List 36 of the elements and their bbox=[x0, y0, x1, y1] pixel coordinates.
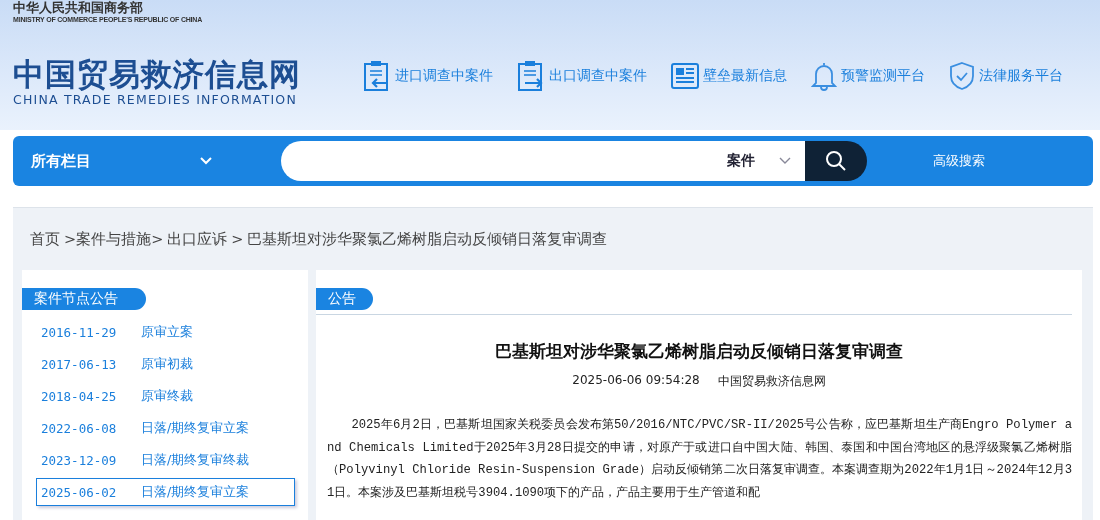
search-icon bbox=[825, 150, 847, 172]
case-node-item[interactable]: 2023-12-09 日落/期终复审终裁 bbox=[36, 446, 295, 474]
breadcrumb-item[interactable]: 出口应诉 bbox=[167, 229, 228, 249]
breadcrumb-item[interactable]: 首页 bbox=[30, 229, 60, 249]
scope-dropdown[interactable]: 案件 bbox=[727, 152, 805, 170]
article-source: 中国贸易救济信息网 bbox=[717, 373, 826, 390]
case-node-item[interactable]: 2017-06-13 原审初裁 bbox=[36, 350, 295, 378]
chevron-down-icon bbox=[199, 156, 213, 166]
case-node-item[interactable]: 2022-06-08 日落/期终复审立案 bbox=[36, 414, 295, 442]
panel-title: 公告 bbox=[316, 288, 373, 310]
case-node-item[interactable]: 2025-06-02 日落/期终复审立案 bbox=[36, 478, 295, 506]
header-link[interactable]: 出口调查中案件 bbox=[517, 60, 655, 92]
search-field[interactable]: 案件 bbox=[281, 141, 805, 181]
advanced-search-link[interactable]: 高级搜索 bbox=[933, 152, 985, 170]
header-link[interactable]: 进口调查中案件 bbox=[363, 60, 501, 92]
article-title: 巴基斯坦对涉华聚氯乙烯树脂启动反倾销日落复审调查 bbox=[494, 341, 904, 363]
header-link[interactable]: 壁垒最新信息 bbox=[671, 60, 795, 92]
header-link[interactable]: 法律服务平台 bbox=[949, 60, 1071, 92]
panel-title: 案件节点公告 bbox=[22, 288, 146, 310]
publish-time: 2025-06-06 09:54:28 bbox=[572, 373, 700, 389]
search-button[interactable] bbox=[805, 141, 867, 181]
chevron-down-icon bbox=[779, 157, 791, 165]
shield-check-icon bbox=[949, 61, 975, 91]
header-link[interactable]: 预警监测平台 bbox=[811, 60, 933, 92]
site-logo-subtitle: CHINA TRADE REMEDIES INFORMATION bbox=[13, 92, 298, 108]
category-dropdown[interactable]: 所有栏目 bbox=[13, 151, 231, 171]
newspaper-icon bbox=[671, 62, 699, 90]
breadcrumb-item[interactable]: >案件与措施> bbox=[64, 229, 164, 249]
breadcrumb-item[interactable]: 巴基斯坦对涉华聚氯乙烯树脂启动反倾销日落复审调查 bbox=[247, 229, 608, 249]
breadcrumb-item[interactable]: > bbox=[231, 231, 244, 247]
article-paragraph: 2025年6月2日，巴基斯坦国家关税委员会发布第50/2016/NTC/PVC/SR-II/2025号公告称，应巴基斯坦生产商Engro Polymer and Chemicals Limited于2025年3月28日提交的申请，对原产于或进口自中国大陆、韩国、泰国和中国台湾地区的悬浮级聚氯乙烯树脂（Polyvinyl Chloride Resin-Suspension Grade）启动反倾销第二次日落复审调查。本案调查期为2022年1月1日～2024年12月31日。本案涉及巴基斯坦税号3904.1090项下的产品，产品主要用于生产管道和配 bbox=[327, 417, 1072, 502]
site-logo-title: 中国贸易救济信息网 bbox=[13, 56, 302, 92]
ministry-name: 中华人民共和国商务部 bbox=[13, 0, 144, 15]
case-node-item[interactable]: 2018-04-25 原审终裁 bbox=[36, 382, 295, 410]
bell-icon bbox=[811, 61, 837, 91]
case-node-item[interactable]: 2016-11-29 原审立案 bbox=[36, 318, 295, 346]
